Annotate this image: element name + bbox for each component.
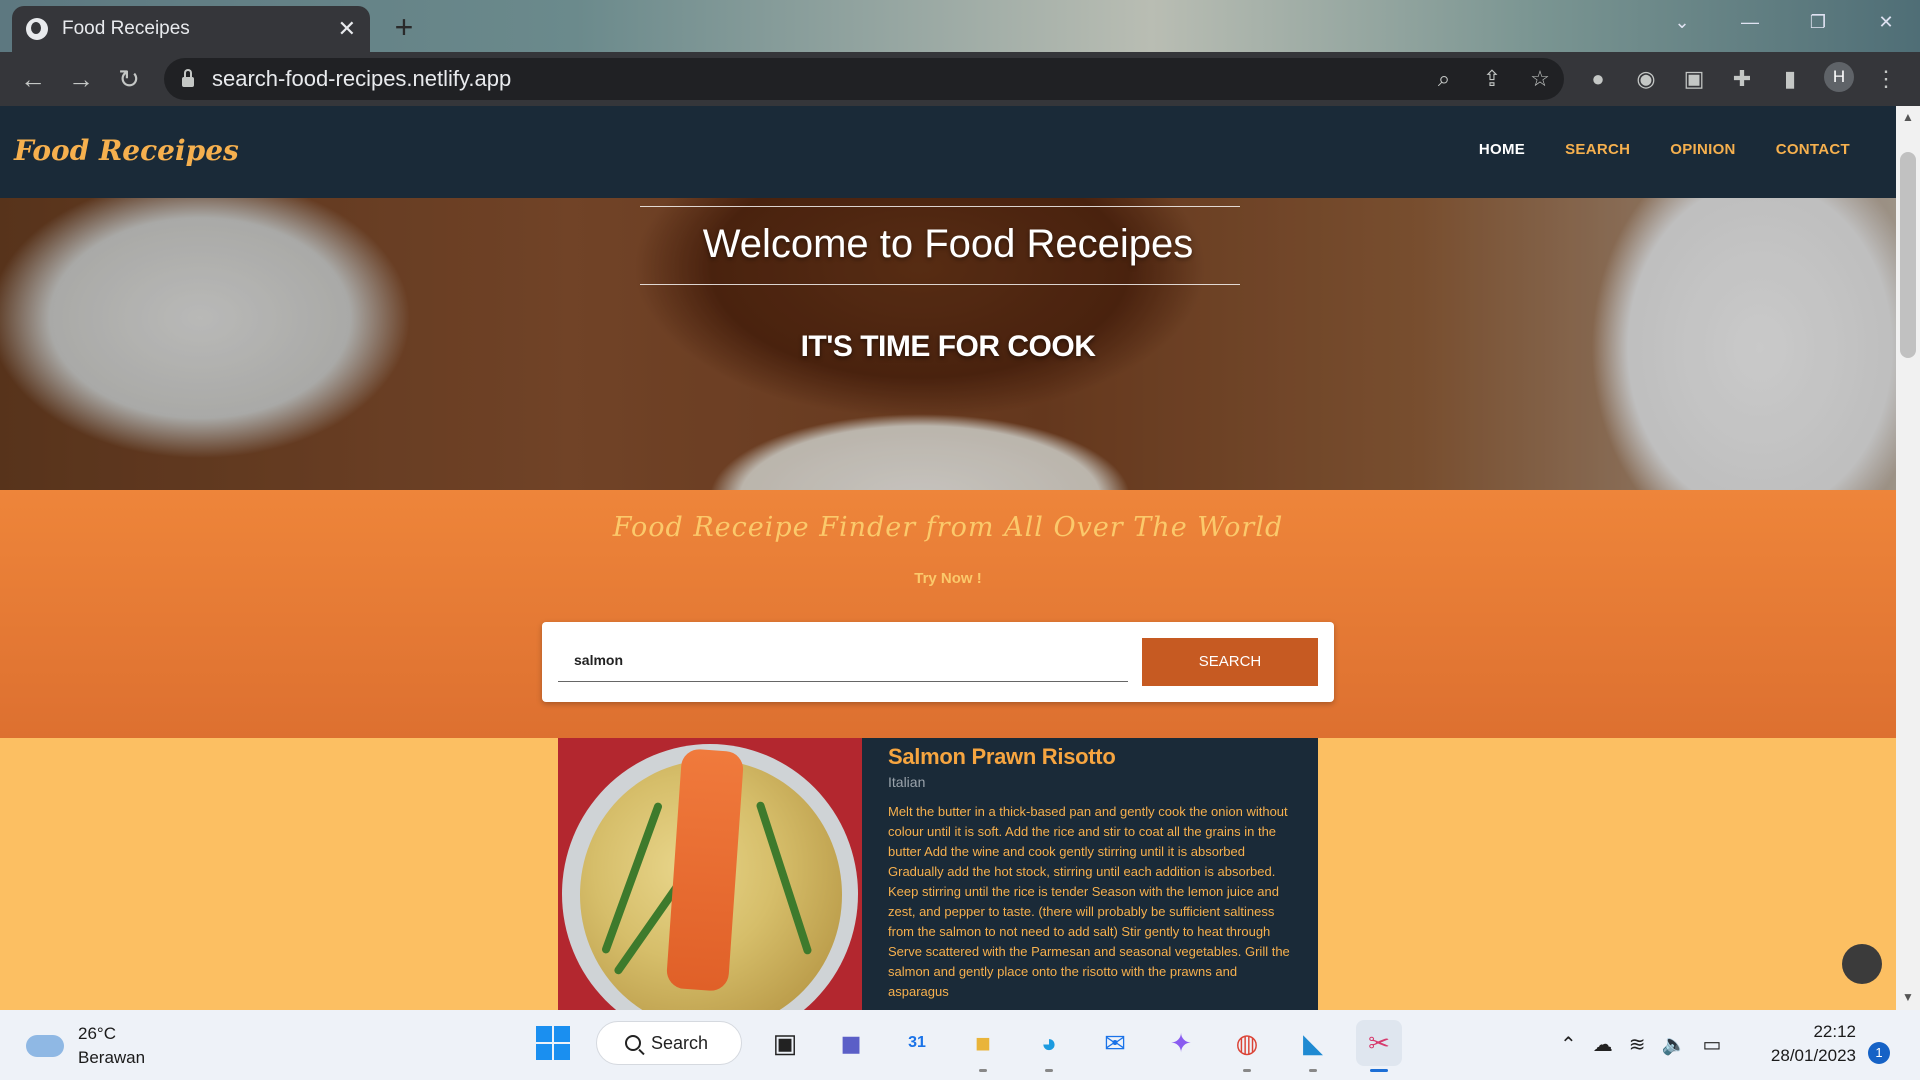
forward-button[interactable]: → bbox=[64, 62, 98, 96]
recipe-title: Salmon Prawn Risotto bbox=[888, 744, 1116, 769]
taskbar-apps: Search ▣ ◼ 31 ■ ◕ ✉ ✦ ◍ ◣ ✂ bbox=[530, 1020, 1402, 1072]
restore-button[interactable]: ❐ bbox=[1784, 0, 1852, 44]
zoom-icon[interactable]: ⌕ bbox=[1420, 66, 1468, 92]
profile-avatar[interactable]: H bbox=[1824, 62, 1854, 92]
calendar-day: 31 bbox=[908, 1034, 926, 1051]
search-card: salmon SEARCH bbox=[542, 622, 1334, 702]
taskbar-search-label: Search bbox=[651, 1032, 709, 1053]
url-text[interactable]: search-food-recipes.netlify.app bbox=[212, 66, 1420, 92]
recipe-search-input[interactable]: salmon bbox=[558, 638, 1128, 682]
recipe-description: Melt the butter in a thick-based pan and… bbox=[888, 804, 1290, 999]
nav-search[interactable]: SEARCH bbox=[1565, 141, 1630, 158]
extensions-puzzle-icon[interactable]: ✚ bbox=[1726, 64, 1758, 94]
weather-temp: 26°C bbox=[78, 1024, 116, 1043]
new-tab-button[interactable]: + bbox=[386, 10, 422, 46]
onedrive-cloud-icon[interactable]: ☁ bbox=[1593, 1032, 1613, 1057]
browser-tab[interactable]: Food Receipes ✕ bbox=[12, 6, 370, 52]
globe-icon bbox=[26, 18, 48, 40]
hero-subtitle: IT'S TIME FOR COOK bbox=[800, 330, 1096, 363]
floating-action-button[interactable] bbox=[1842, 944, 1882, 984]
page-viewport: Food Receipes HOME SEARCH OPINION CONTAC… bbox=[0, 106, 1896, 1010]
back-button[interactable]: ← bbox=[16, 62, 50, 96]
translate-extension-icon[interactable]: ▣ bbox=[1678, 64, 1710, 94]
share-icon[interactable]: ⇪ bbox=[1468, 66, 1516, 92]
search-button[interactable]: SEARCH bbox=[1142, 638, 1318, 686]
scroll-down-arrow-icon[interactable]: ▼ bbox=[1896, 990, 1920, 1004]
chrome-icon[interactable]: ◍ bbox=[1224, 1020, 1270, 1072]
browser-toolbar: ← → ↻ search-food-recipes.netlify.app ⌕ … bbox=[0, 52, 1920, 106]
side-panel-icon[interactable]: ▮ bbox=[1774, 64, 1806, 94]
window-controls: ⌄ — ❐ ✕ bbox=[1648, 0, 1920, 44]
weather-desc: Berawan bbox=[78, 1048, 146, 1067]
hero-title: Welcome to Food Receipes bbox=[702, 222, 1194, 266]
close-tab-icon[interactable]: ✕ bbox=[338, 16, 356, 42]
clock-time: 22:12 bbox=[1813, 1022, 1856, 1041]
volume-icon[interactable]: 🔈 bbox=[1662, 1032, 1687, 1057]
windows-taskbar: 26°C Berawan Search ▣ ◼ 31 ■ ◕ ✉ ✦ ◍ ◣ ✂… bbox=[0, 1010, 1920, 1080]
finder-heading: Food Receipe Finder from All Over The Wo… bbox=[612, 512, 1284, 543]
edge-browser-icon[interactable]: ◕ bbox=[1026, 1020, 1072, 1072]
recipe-card[interactable]: Salmon Prawn Risotto Italian Melt the bu… bbox=[558, 738, 1318, 1010]
screenshot-extension-icon[interactable]: ◉ bbox=[1630, 64, 1662, 94]
wifi-icon[interactable]: ≋ bbox=[1629, 1032, 1646, 1057]
hero-divider-top bbox=[640, 206, 1240, 207]
page-scrollbar[interactable]: ▲ ▼ bbox=[1896, 106, 1920, 1010]
chevron-down-icon[interactable]: ⌄ bbox=[1648, 0, 1716, 44]
battery-icon[interactable]: ▭ bbox=[1702, 1032, 1721, 1057]
site-navbar: Food Receipes HOME SEARCH OPINION CONTAC… bbox=[0, 106, 1896, 198]
lock-icon[interactable] bbox=[182, 69, 194, 87]
close-window-button[interactable]: ✕ bbox=[1852, 0, 1920, 44]
file-explorer-icon[interactable]: ■ bbox=[960, 1020, 1006, 1072]
notification-badge[interactable]: 1 bbox=[1868, 1042, 1890, 1064]
recipe-image bbox=[558, 738, 862, 1010]
try-now-text: Try Now ! bbox=[914, 570, 982, 587]
tab-title: Food Receipes bbox=[62, 18, 190, 39]
vscode-icon[interactable]: ◣ bbox=[1290, 1020, 1336, 1072]
address-bar[interactable]: search-food-recipes.netlify.app ⌕ ⇪ ☆ bbox=[164, 58, 1564, 100]
nav-contact[interactable]: CONTACT bbox=[1776, 141, 1850, 158]
bookmark-star-icon[interactable]: ☆ bbox=[1516, 66, 1564, 92]
reload-button[interactable]: ↻ bbox=[112, 62, 146, 96]
chevron-up-icon[interactable]: ⌃ bbox=[1560, 1032, 1577, 1057]
minimize-button[interactable]: — bbox=[1716, 0, 1784, 44]
browser-titlebar: Food Receipes ✕ + ⌄ — ❐ ✕ bbox=[0, 0, 1920, 52]
site-menu: HOME SEARCH OPINION CONTACT bbox=[1479, 141, 1850, 158]
hero-divider-bottom bbox=[640, 284, 1240, 285]
kebab-menu-icon[interactable]: ⋮ bbox=[1870, 64, 1902, 94]
hero-banner: Welcome to Food Receipes IT'S TIME FOR C… bbox=[0, 198, 1896, 490]
teams-chat-icon[interactable]: ◼ bbox=[828, 1020, 874, 1066]
calendar-icon[interactable]: 31 bbox=[894, 1020, 940, 1066]
clock-date: 28/01/2023 bbox=[1770, 1046, 1856, 1065]
start-button[interactable] bbox=[530, 1020, 576, 1066]
mail-icon[interactable]: ✉ bbox=[1092, 1020, 1138, 1066]
nav-opinion[interactable]: OPINION bbox=[1670, 141, 1735, 158]
search-icon bbox=[625, 1035, 641, 1051]
snipping-tool-icon[interactable]: ✂ bbox=[1356, 1020, 1402, 1072]
weather-widget[interactable]: 26°C Berawan bbox=[26, 1022, 145, 1070]
taskbar-search[interactable]: Search bbox=[596, 1021, 742, 1065]
system-clock[interactable]: 22:12 28/01/2023 bbox=[1756, 1020, 1856, 1068]
extension-globe-icon[interactable]: ● bbox=[1582, 64, 1614, 94]
task-view-icon[interactable]: ▣ bbox=[762, 1020, 808, 1066]
scroll-up-arrow-icon[interactable]: ▲ bbox=[1896, 110, 1920, 124]
recipe-finder-section: Food Receipe Finder from All Over The Wo… bbox=[0, 490, 1896, 738]
nav-home[interactable]: HOME bbox=[1479, 141, 1525, 158]
windows-logo-icon bbox=[536, 1026, 570, 1060]
cloud-icon bbox=[26, 1035, 64, 1057]
copilot-icon[interactable]: ✦ bbox=[1158, 1020, 1204, 1066]
scrollbar-thumb[interactable] bbox=[1900, 152, 1916, 358]
recipe-cuisine: Italian bbox=[888, 774, 926, 790]
system-tray: ⌃ ☁ ≋ 🔈 ▭ bbox=[1560, 1032, 1721, 1057]
site-brand[interactable]: Food Receipes bbox=[14, 134, 239, 167]
